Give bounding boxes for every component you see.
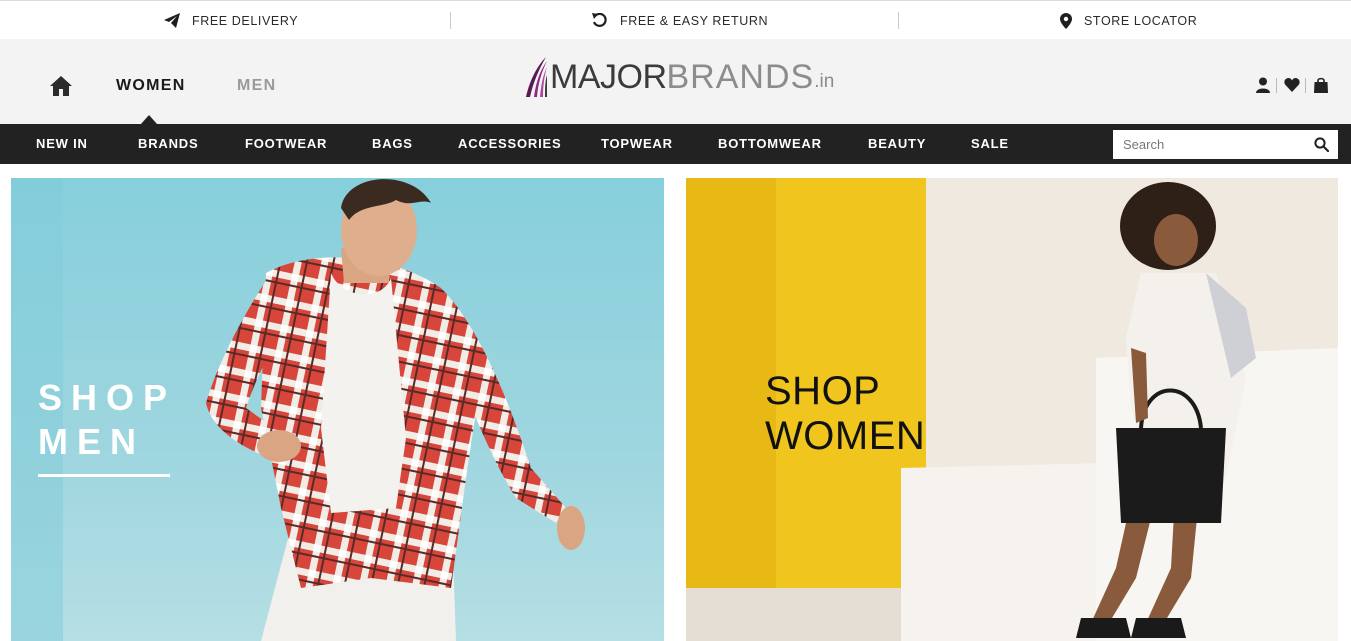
logo-brands-text: BRANDS <box>666 58 815 96</box>
home-icon[interactable] <box>50 76 72 96</box>
shop-men-line2: MEN <box>38 421 145 462</box>
shop-women-line2: WOMEN <box>765 414 926 458</box>
tab-men[interactable]: MEN <box>237 77 276 95</box>
header-icon-divider <box>1276 78 1277 93</box>
shop-men-banner[interactable]: SHOP MEN <box>11 178 664 641</box>
paper-plane-icon <box>164 13 180 28</box>
return-arrow-icon <box>592 13 607 27</box>
shop-women-title: SHOP WOMEN <box>765 369 925 459</box>
nav-new-in[interactable]: NEW IN <box>36 124 88 164</box>
free-return-link[interactable]: FREE & EASY RETURN <box>592 1 768 40</box>
heart-icon[interactable] <box>1284 77 1300 93</box>
nav-brands[interactable]: BRANDS <box>138 124 198 164</box>
search-input[interactable] <box>1113 130 1303 159</box>
user-icon[interactable] <box>1255 77 1271 93</box>
nav-bottomwear[interactable]: BOTTOMWEAR <box>718 124 822 164</box>
nav-footwear[interactable]: FOOTWEAR <box>245 124 327 164</box>
nav-bags[interactable]: BAGS <box>372 124 413 164</box>
shop-men-underline <box>38 474 170 477</box>
store-locator-link[interactable]: STORE LOCATOR <box>1060 1 1197 40</box>
site-header: WOMEN MEN MAJOR BRANDS .in <box>0 39 1351 124</box>
logo-tld-text: .in <box>814 71 835 92</box>
store-locator-label: STORE LOCATOR <box>1084 13 1198 28</box>
nav-beauty[interactable]: BEAUTY <box>868 124 926 164</box>
free-delivery-label: FREE DELIVERY <box>192 13 299 28</box>
shopping-bag-icon[interactable] <box>1313 77 1329 93</box>
shop-women-line1: SHOP <box>765 369 881 413</box>
active-tab-indicator <box>141 115 157 124</box>
topbar-divider <box>450 12 451 29</box>
tab-women[interactable]: WOMEN <box>116 77 186 95</box>
nav-accessories[interactable]: ACCESSORIES <box>458 124 561 164</box>
map-pin-icon <box>1060 12 1072 29</box>
free-delivery-link[interactable]: FREE DELIVERY <box>164 1 298 40</box>
nav-topwear[interactable]: TOPWEAR <box>601 124 673 164</box>
nav-sale[interactable]: SALE <box>971 124 1009 164</box>
header-icon-divider <box>1305 78 1306 93</box>
free-return-label: FREE & EASY RETURN <box>620 13 769 28</box>
wing-logo-icon <box>526 57 547 97</box>
topbar-divider <box>898 12 899 29</box>
site-logo[interactable]: MAJOR BRANDS .in <box>524 55 834 99</box>
shop-men-title: SHOP MEN <box>38 376 176 464</box>
logo-major-text: MAJOR <box>550 58 667 96</box>
search-icon[interactable] <box>1314 137 1329 152</box>
utility-bar: FREE DELIVERY FREE & EASY RETURN STORE L… <box>0 0 1351 39</box>
shop-men-line1: SHOP <box>38 377 177 418</box>
main-nav: NEW IN BRANDS FOOTWEAR BAGS ACCESSORIES … <box>0 124 1351 164</box>
shop-women-banner[interactable]: SHOP WOMEN <box>686 178 1338 641</box>
search-box <box>1113 130 1338 159</box>
